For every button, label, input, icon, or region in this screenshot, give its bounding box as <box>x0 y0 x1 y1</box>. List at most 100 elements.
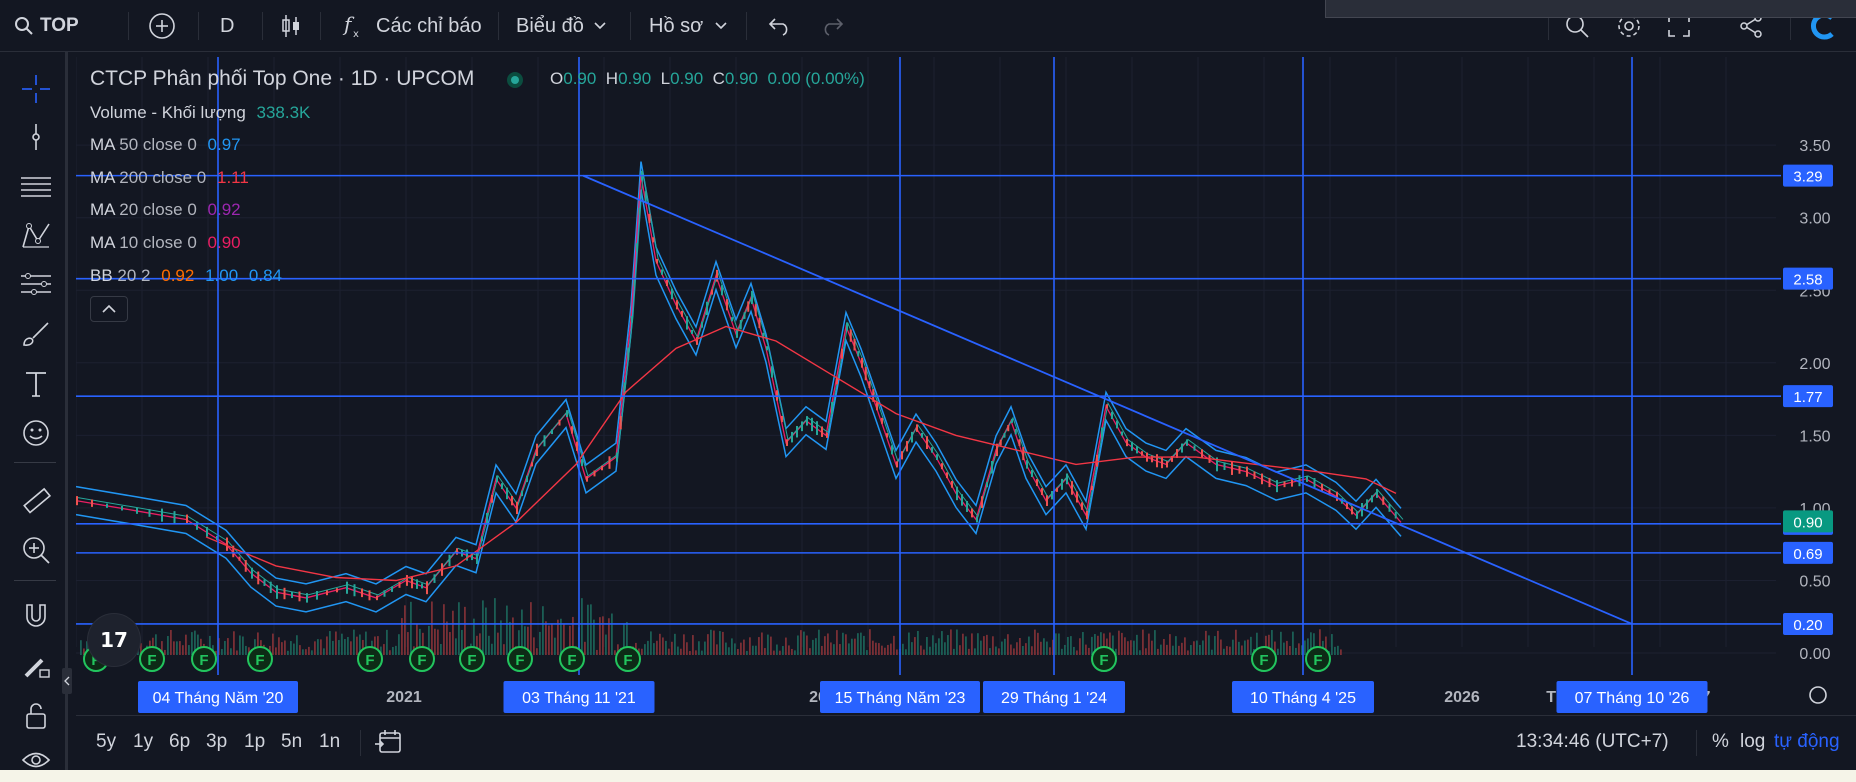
fib-tool[interactable] <box>18 169 54 205</box>
redo-button[interactable] <box>820 0 844 52</box>
undo-button[interactable] <box>768 0 792 52</box>
volume-bar <box>848 643 850 655</box>
volume-bar <box>1286 640 1288 655</box>
volume-bar <box>1154 630 1156 655</box>
compare-symbol-button[interactable] <box>148 0 176 52</box>
legend-ma10[interactable]: MA 10 close 0 0.90 <box>90 233 241 253</box>
range-1m[interactable]: 1p <box>244 731 265 753</box>
volume-bar <box>650 631 652 655</box>
measure-tool[interactable] <box>18 483 54 519</box>
pattern-tool[interactable] <box>18 218 54 254</box>
candle <box>1003 433 1006 438</box>
price-line-label: 1.77 <box>1793 389 1822 406</box>
candle <box>619 415 622 430</box>
candle <box>336 588 338 593</box>
candle <box>853 338 856 351</box>
percent-toggle[interactable]: % <box>1712 731 1729 753</box>
volume-bar <box>1175 636 1177 655</box>
candle <box>91 499 93 507</box>
chart-style-button[interactable] <box>280 0 302 52</box>
lock-drawings-tool[interactable] <box>18 698 54 734</box>
legend-symbol-title[interactable]: CTCP Phân phối Top One · 1D · UPCOM <box>90 67 474 91</box>
legend-ma20[interactable]: MA 20 close 0 0.92 <box>90 200 241 220</box>
volume-bar <box>833 644 835 655</box>
time-zone-clock[interactable]: 13:34:46 (UTC+7) <box>1516 731 1669 753</box>
chart-type-button[interactable]: Biểu đồ <box>516 0 606 52</box>
trend-line-tool[interactable] <box>18 119 54 155</box>
range-5d[interactable]: 5n <box>281 731 302 753</box>
volume-bar <box>242 636 244 655</box>
ohlc-close: 0.90 <box>724 69 758 88</box>
candle <box>786 439 788 446</box>
stay-in-drawing-tool[interactable] <box>18 648 54 684</box>
range-6m[interactable]: 6p <box>169 731 190 753</box>
price-chart[interactable]: 3.503.002.502.001.501.000.500.003.292.58… <box>76 57 1856 715</box>
candle <box>1283 481 1286 488</box>
candle <box>257 571 260 585</box>
crosshair-tool[interactable] <box>18 71 54 107</box>
legend-ma50[interactable]: MA 50 close 0 0.97 <box>90 135 241 155</box>
volume-bar <box>326 636 328 655</box>
candle <box>1041 488 1043 496</box>
indicators-button[interactable]: fx Các chỉ báo <box>342 0 482 52</box>
top-toolbar: TOP D fx Các chỉ báo Biểu đồ Hồ sơ <box>0 0 1856 52</box>
candlestick-icon <box>280 12 302 40</box>
volume-bar <box>860 632 862 655</box>
volume-bar <box>1022 645 1024 655</box>
event-marker-label: F <box>1099 652 1108 669</box>
volume-bar <box>182 645 184 655</box>
range-1d[interactable]: 1n <box>319 731 340 753</box>
tradingview-logo[interactable]: 17 <box>88 614 140 666</box>
icon-tool[interactable] <box>18 415 54 451</box>
interval-button[interactable]: D <box>220 0 234 52</box>
candle <box>991 460 993 474</box>
range-5y[interactable]: 5y <box>96 731 116 753</box>
range-3m[interactable]: 3p <box>206 731 227 753</box>
volume-bar <box>281 642 283 655</box>
profile-button[interactable]: Hồ sơ <box>649 0 727 52</box>
chart-pane[interactable]: 3.50 3.00 2.50 2.00 1.50 1.00 0.50 0.00 3.29 2.58… <box>76 57 1856 715</box>
auto-scale-toggle[interactable]: tự động <box>1774 731 1840 753</box>
legend-ma200[interactable]: MA 200 close 0 1.11 <box>90 168 249 188</box>
volume-bar <box>1118 630 1120 655</box>
zoom-tool[interactable] <box>18 532 54 568</box>
candle <box>1156 454 1158 468</box>
volume-bar <box>1151 640 1153 655</box>
legend-volume[interactable]: Volume - Khối lượng 338.3K <box>90 103 310 123</box>
candle <box>791 431 793 443</box>
symbol-search-button[interactable]: TOP <box>14 0 79 52</box>
top-right-window-strip <box>1325 0 1856 18</box>
projection-tool[interactable] <box>18 266 54 302</box>
volume-bar <box>1028 636 1030 655</box>
collapse-toolbar-handle[interactable] <box>62 668 72 694</box>
candle <box>1036 479 1038 487</box>
volume-bar <box>896 649 898 655</box>
volume-bar <box>725 642 727 655</box>
text-tool[interactable] <box>18 366 54 402</box>
indicator-value: 1.11 <box>216 168 249 187</box>
candle <box>206 526 208 537</box>
goto-date-button[interactable] <box>374 728 404 761</box>
price-line-label: 0.20 <box>1793 617 1822 634</box>
volume-bar <box>824 636 826 655</box>
collapse-legend-button[interactable] <box>90 296 128 322</box>
candle <box>196 521 198 530</box>
legend-bollinger[interactable]: BB 20 2 0.92 1.00 0.84 <box>90 266 282 286</box>
candle <box>691 329 693 334</box>
volume-bar <box>1211 649 1213 655</box>
candle <box>551 429 553 435</box>
brush-tool[interactable] <box>18 316 54 352</box>
log-toggle[interactable]: log <box>1740 731 1765 753</box>
volume-bar <box>1283 642 1285 655</box>
volume-bar <box>806 635 808 655</box>
volume-bar <box>944 642 946 655</box>
candle <box>136 507 138 514</box>
range-1y[interactable]: 1y <box>133 731 153 753</box>
indicator-name: Volume - Khối lượng <box>90 103 246 122</box>
volume-bar <box>1205 630 1207 655</box>
candle <box>148 509 151 517</box>
candle <box>981 496 983 508</box>
volume-bar <box>335 631 337 655</box>
magnet-tool[interactable] <box>18 598 54 634</box>
trend-line-drawing <box>582 174 1633 625</box>
